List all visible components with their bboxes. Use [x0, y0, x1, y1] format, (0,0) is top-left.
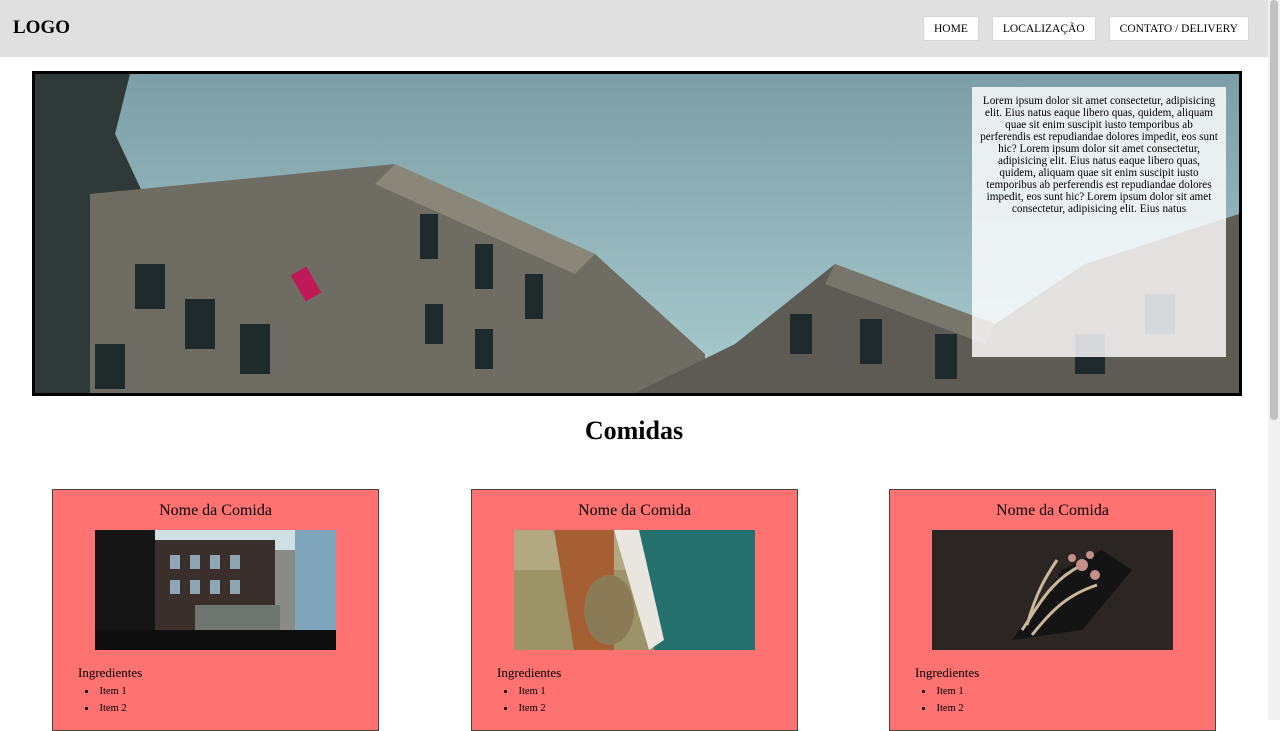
list-item: Item 1	[85, 683, 127, 700]
nav-home-button[interactable]: HOME	[923, 16, 979, 41]
page-scrollbar[interactable]	[1268, 0, 1280, 720]
card-ingredients-label: Ingredientes	[78, 665, 143, 680]
food-card: Nome da Comida Ingredientes Item 1 Item …	[889, 489, 1216, 731]
hero-banner: Lorem ipsum dolor sit amet consectetur, …	[32, 71, 1242, 396]
food-card: Nome da Comida Ingredientes Item 1 Item …	[52, 489, 379, 731]
ingredients-list: Item 1 Item 2	[85, 683, 127, 717]
card-title: Nome da Comida	[996, 502, 1109, 519]
food-image	[932, 530, 1173, 650]
nav-location-button[interactable]: LOCALIZAÇÃO	[991, 16, 1096, 41]
list-item: Item 1	[504, 683, 546, 700]
list-item: Item 1	[922, 683, 964, 700]
hero-description: Lorem ipsum dolor sit amet consectetur, …	[972, 87, 1226, 357]
card-title: Nome da Comida	[578, 502, 691, 519]
food-card: Nome da Comida Ingredientes Item 1 Item …	[471, 489, 798, 731]
card-ingredients-label: Ingredientes	[497, 665, 562, 680]
card-title: Nome da Comida	[159, 502, 272, 519]
scrollbar-thumb[interactable]	[1270, 0, 1278, 420]
ingredients-list: Item 1 Item 2	[922, 683, 964, 717]
logo[interactable]: LOGO	[13, 17, 70, 39]
ingredients-list: Item 1 Item 2	[504, 683, 546, 717]
list-item: Item 2	[504, 700, 546, 717]
top-header: LOGO HOME LOCALIZAÇÃO CONTATO / DELIVERY	[0, 0, 1268, 57]
list-item: Item 2	[922, 700, 964, 717]
list-item: Item 2	[85, 700, 127, 717]
card-ingredients-label: Ingredientes	[915, 665, 980, 680]
food-image	[95, 530, 336, 650]
main-nav: HOME LOCALIZAÇÃO CONTATO / DELIVERY	[923, 16, 1249, 41]
section-title: Comidas	[584, 416, 684, 445]
nav-contact-delivery-button[interactable]: CONTATO / DELIVERY	[1108, 16, 1249, 41]
food-image	[514, 530, 755, 650]
